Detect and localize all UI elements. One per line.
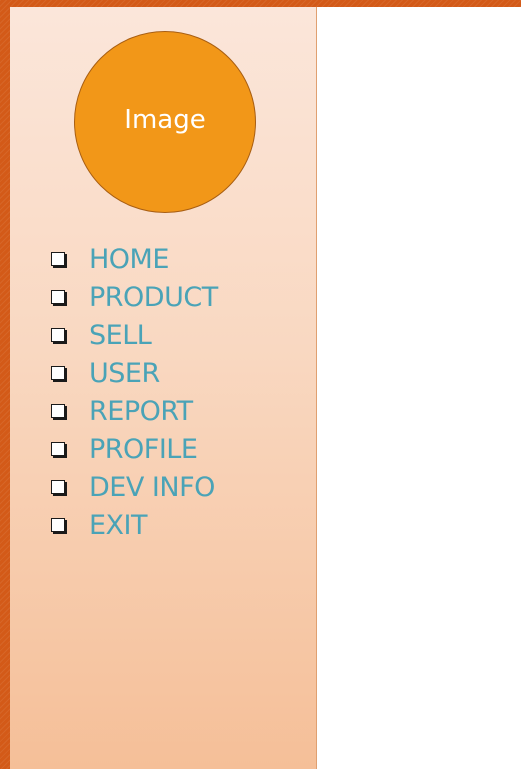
menu-item-home[interactable]: HOME [51, 240, 218, 278]
menu-item-dev-info[interactable]: DEV INFO [51, 468, 218, 506]
checkbox-icon [51, 480, 65, 494]
menu-item-label: SELL [89, 319, 152, 351]
menu-item-label: HOME [89, 243, 169, 275]
checkbox-icon [51, 404, 65, 418]
menu-item-label: REPORT [89, 395, 193, 427]
avatar[interactable]: Image [74, 31, 256, 213]
menu-item-sell[interactable]: SELL [51, 316, 218, 354]
checkbox-icon [51, 290, 65, 304]
menu-item-label: EXIT [89, 509, 148, 541]
menu-item-profile[interactable]: PROFILE [51, 430, 218, 468]
menu-item-product[interactable]: PRODUCT [51, 278, 218, 316]
avatar-label: Image [124, 105, 206, 135]
menu-item-report[interactable]: REPORT [51, 392, 218, 430]
checkbox-icon [51, 328, 65, 342]
checkbox-icon [51, 252, 65, 266]
menu-item-label: DEV INFO [89, 471, 215, 503]
checkbox-icon [51, 366, 65, 380]
sidebar: Image HOME PRODUCT SELL USER REPORT PROF… [10, 7, 316, 769]
menu-item-label: USER [89, 357, 160, 389]
main-content [317, 7, 521, 769]
checkbox-icon [51, 442, 65, 456]
nav-menu: HOME PRODUCT SELL USER REPORT PROFILE DE… [51, 240, 218, 544]
menu-item-exit[interactable]: EXIT [51, 506, 218, 544]
menu-item-label: PRODUCT [89, 281, 218, 313]
menu-item-label: PROFILE [89, 433, 198, 465]
menu-item-user[interactable]: USER [51, 354, 218, 392]
checkbox-icon [51, 518, 65, 532]
